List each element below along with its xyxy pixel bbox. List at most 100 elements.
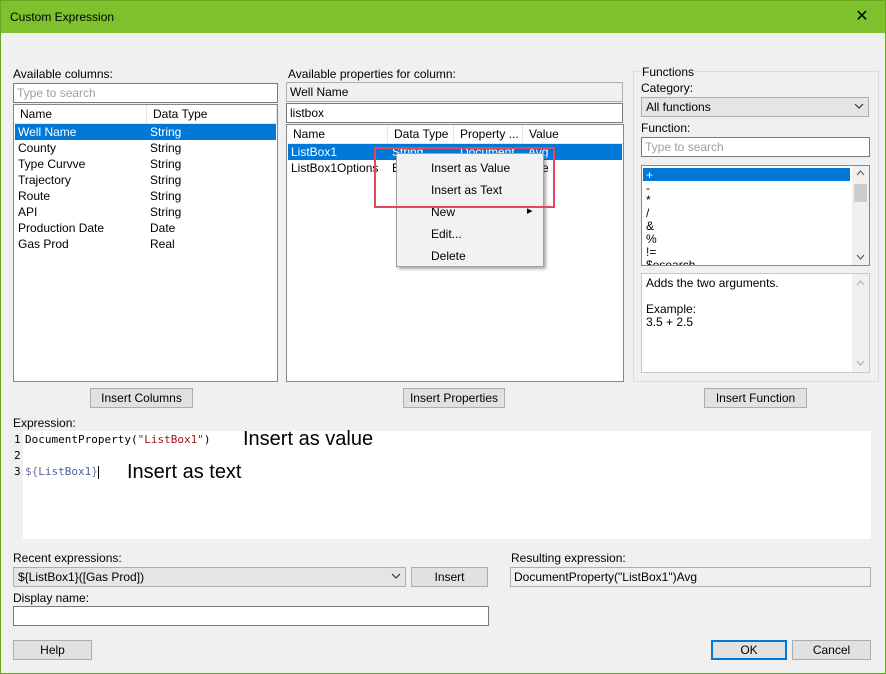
category-label: Category: <box>641 81 694 95</box>
line-number: 2 <box>14 449 21 462</box>
available-properties-label: Available properties for column: <box>288 67 456 81</box>
insert-recent-button[interactable]: Insert <box>411 567 488 587</box>
expression-label: Expression: <box>13 416 76 430</box>
table-row[interactable]: Trajectory String <box>15 172 276 188</box>
description-line: 3.5 + 2.5 <box>646 315 694 329</box>
cell-name: Route <box>18 189 51 203</box>
cell-type: String <box>150 141 182 155</box>
table-row[interactable]: Route String <box>15 188 276 204</box>
resulting-expression-field: DocumentProperty("ListBox1")Avg <box>510 567 871 587</box>
chevron-down-icon <box>854 103 864 109</box>
chevron-down-icon[interactable] <box>856 254 865 260</box>
properties-header-property[interactable]: Property ... <box>454 125 523 143</box>
category-select[interactable]: All functions <box>641 97 869 117</box>
recent-expressions-select[interactable]: ${ListBox1}([Gas Prod]) <box>13 567 406 587</box>
function-search-input[interactable]: Type to search <box>641 137 870 157</box>
columns-header-type[interactable]: Data Type <box>147 105 277 123</box>
properties-header-type[interactable]: Data Type <box>388 125 454 143</box>
highlight-callout <box>374 147 555 208</box>
cell-type: String <box>150 157 182 171</box>
list-item[interactable]: / <box>643 206 868 220</box>
table-row[interactable]: Well Name String <box>15 124 276 140</box>
list-item[interactable]: $esearch <box>643 258 868 266</box>
header-label: Name <box>20 107 53 121</box>
table-row[interactable]: County String <box>15 140 276 156</box>
cell-name: Well Name <box>18 125 77 139</box>
function-name: + <box>646 168 654 182</box>
help-button[interactable]: Help <box>13 640 92 660</box>
table-row[interactable]: Gas Prod Real <box>15 236 276 252</box>
close-icon[interactable]: ✕ <box>839 1 885 33</box>
function-name: % <box>646 232 657 246</box>
chevron-up-icon[interactable] <box>856 170 865 176</box>
table-row[interactable]: Production Date Date <box>15 220 276 236</box>
insert-columns-button[interactable]: Insert Columns <box>90 388 193 408</box>
chevron-down-icon[interactable] <box>856 360 865 366</box>
menu-item-edit[interactable]: Edit... <box>431 227 462 241</box>
menu-item-delete[interactable]: Delete <box>431 249 466 263</box>
function-list[interactable]: + - * / & % != $esearch <box>641 165 870 266</box>
annotation-insert-as-text: Insert as text <box>127 461 242 483</box>
code-property: ListBox1 <box>38 465 92 478</box>
code-brace: } <box>91 465 98 478</box>
function-list-scrollbar[interactable] <box>852 166 869 265</box>
cell-type: Date <box>150 221 176 235</box>
chevron-up-icon[interactable] <box>856 280 865 286</box>
description-line: Adds the two arguments. <box>646 276 779 290</box>
list-item[interactable]: + <box>643 168 850 182</box>
line-number: 3 <box>14 465 21 478</box>
ok-button[interactable]: OK <box>711 640 787 660</box>
cell-name: Production Date <box>18 221 105 235</box>
table-row[interactable]: Type Curvve String <box>15 156 276 172</box>
table-row[interactable]: API String <box>15 204 276 220</box>
function-name: & <box>646 219 655 233</box>
header-label: Property ... <box>460 127 519 141</box>
columns-list[interactable]: Name Data Type Well Name String County Str… <box>13 104 278 382</box>
function-description: Adds the two arguments. Example: 3.5 + 2… <box>641 273 870 373</box>
list-item[interactable]: != <box>643 245 868 259</box>
insert-properties-button[interactable]: Insert Properties <box>403 388 505 408</box>
cell-name: ListBox1 <box>291 145 338 159</box>
cell-type: Real <box>150 237 175 251</box>
functions-group-label: Functions <box>641 65 696 79</box>
cell-type: String <box>150 189 182 203</box>
property-column-field: Well Name <box>286 82 623 102</box>
function-label: Function: <box>641 121 691 135</box>
recent-expression-value: ${ListBox1}([Gas Prod]) <box>18 570 145 584</box>
chevron-down-icon <box>391 573 401 579</box>
properties-header-name[interactable]: Name <box>287 125 388 143</box>
columns-search-input[interactable]: Type to search <box>13 83 278 103</box>
scroll-thumb[interactable] <box>854 184 867 202</box>
custom-expression-dialog: Custom Expression ✕ Available columns: T… <box>0 0 886 674</box>
properties-header-value[interactable]: Value <box>523 125 623 143</box>
code-brace: ${ <box>25 465 39 478</box>
function-name: $esearch <box>646 258 696 266</box>
function-name: != <box>646 245 657 259</box>
line-number: 1 <box>14 433 21 446</box>
window-title: Custom Expression <box>10 10 115 24</box>
list-item[interactable]: % <box>643 232 868 246</box>
function-name: / <box>646 206 650 220</box>
expression-line-3: ${ListBox1} <box>25 465 99 479</box>
list-item[interactable]: & <box>643 219 868 233</box>
list-item[interactable]: * <box>643 193 868 207</box>
expression-editor[interactable] <box>23 431 871 539</box>
description-scrollbar[interactable] <box>852 274 869 372</box>
display-name-input[interactable] <box>13 606 489 626</box>
code-function: DocumentProperty( <box>25 433 138 446</box>
cell-name: ListBox1Options <box>291 161 379 175</box>
columns-header-name[interactable]: Name <box>14 105 147 123</box>
cell-name: County <box>18 141 57 155</box>
cell-name: Type Curvve <box>18 157 86 171</box>
display-name-label: Display name: <box>13 591 90 605</box>
category-value: All functions <box>646 100 711 114</box>
header-label: Value <box>529 127 559 141</box>
cell-name: API <box>18 205 38 219</box>
function-name: * <box>646 193 651 207</box>
code-string: "ListBox1" <box>137 433 204 446</box>
properties-search-input[interactable]: listbox <box>286 103 623 123</box>
expression-line-1: DocumentProperty("ListBox1") <box>25 433 210 446</box>
cancel-button[interactable]: Cancel <box>792 640 871 660</box>
insert-function-button[interactable]: Insert Function <box>704 388 807 408</box>
cell-type: String <box>150 173 182 187</box>
